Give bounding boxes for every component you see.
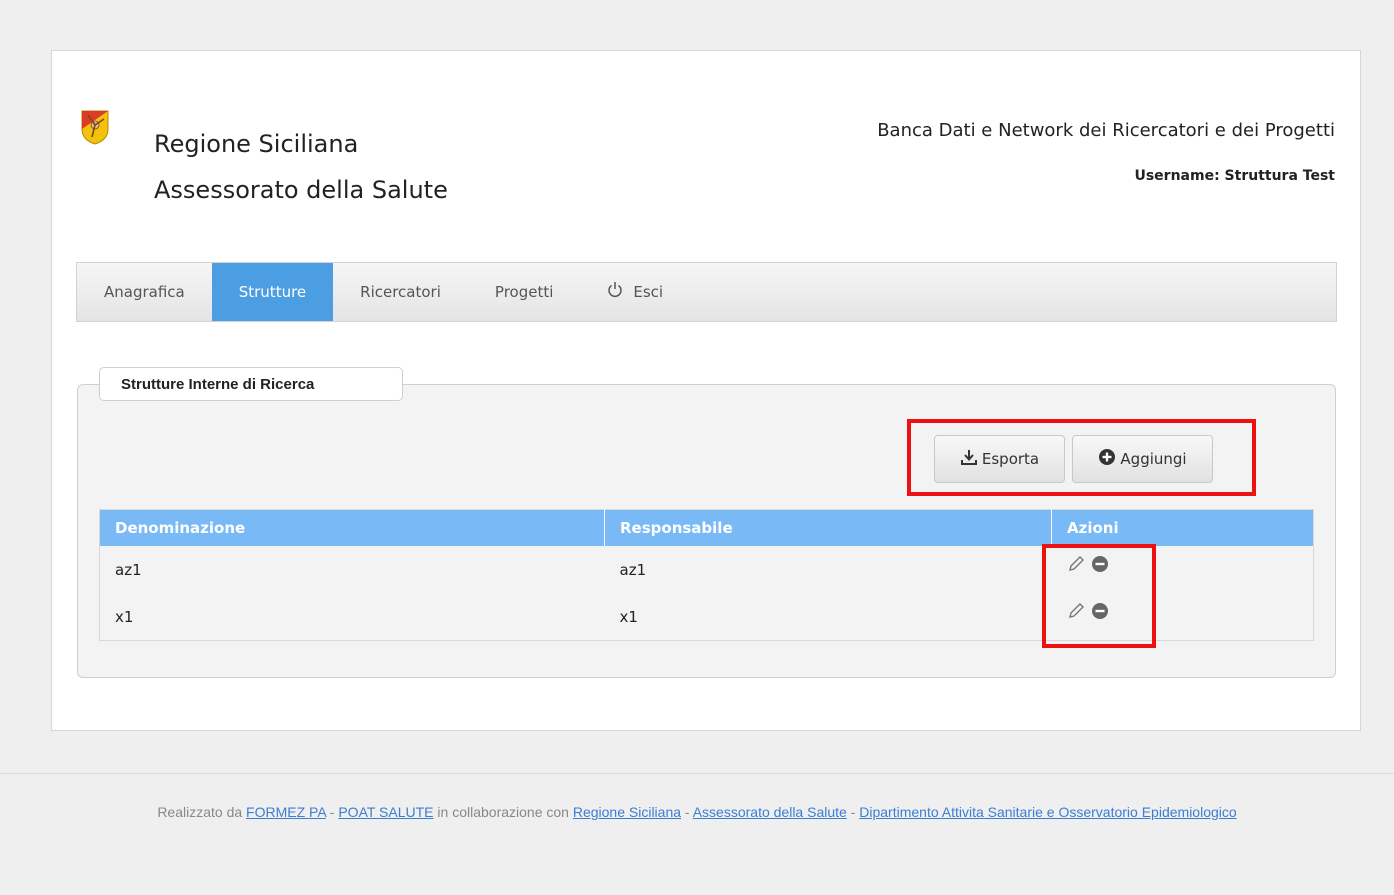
export-button[interactable]: Esporta <box>934 435 1065 483</box>
cell-actions <box>1052 546 1314 593</box>
cell-denominazione: az1 <box>115 560 142 579</box>
footer-link-formez[interactable]: FORMEZ PA <box>246 804 326 820</box>
strutture-table: Denominazione Responsabile Azioni az1 az… <box>99 509 1314 641</box>
footer-separator: - <box>684 804 690 820</box>
nav-item-anagrafica[interactable]: Anagrafica <box>77 263 212 321</box>
footer-link-assessorato[interactable]: Assessorato della Salute <box>693 804 847 820</box>
add-button[interactable]: Aggiungi <box>1072 435 1213 483</box>
add-label: Aggiungi <box>1120 450 1187 468</box>
footer-link-dipartimento[interactable]: Dipartimento Attivita Sanitarie e Osserv… <box>859 804 1236 820</box>
footer-link-regione[interactable]: Regione Siciliana <box>573 804 681 820</box>
trinacria-shield-logo <box>80 109 110 145</box>
nav-item-strutture[interactable]: Strutture <box>211 263 334 321</box>
main-card: Regione Siciliana Assessorato della Salu… <box>51 50 1361 731</box>
download-icon <box>960 448 982 470</box>
nav-item-label: Esci <box>633 283 664 301</box>
fieldset-legend: Strutture Interne di Ricerca <box>99 367 403 401</box>
footer-divider <box>0 773 1394 774</box>
cell-actions <box>1052 593 1314 641</box>
organization-title: Regione Siciliana Assessorato della Salu… <box>154 121 448 213</box>
footer-middle-text: in collaborazione con <box>437 804 569 820</box>
table-row: x1 x1 <box>100 593 1314 641</box>
table-row: az1 az1 <box>100 546 1314 593</box>
cell-responsabile: az1 <box>619 560 647 579</box>
nav-item-label: Anagrafica <box>104 283 185 301</box>
table-header-row: Denominazione Responsabile Azioni <box>99 509 1314 546</box>
main-navbar: Anagrafica Strutture Ricercatori Progett… <box>76 262 1337 322</box>
username-label: Username: Struttura Test <box>1134 168 1335 184</box>
plus-circle-icon <box>1098 448 1120 470</box>
org-name: Regione Siciliana <box>154 130 359 158</box>
export-label: Esporta <box>981 450 1040 468</box>
nav-item-ricercatori[interactable]: Ricercatori <box>333 263 468 321</box>
nav-item-esci[interactable]: Esci <box>580 263 690 321</box>
footer-separator: - <box>329 804 335 820</box>
nav-item-label: Progetti <box>494 283 554 301</box>
nav-item-label: Ricercatori <box>360 283 441 301</box>
footer-separator: - <box>850 804 856 820</box>
footer: Realizzato da FORMEZ PA - POAT SALUTE in… <box>0 804 1394 820</box>
cell-responsabile: x1 <box>619 607 638 626</box>
edit-pencil-icon[interactable] <box>1067 602 1085 620</box>
column-header-responsabile[interactable]: Responsabile <box>604 509 1052 546</box>
cell-denominazione: x1 <box>115 607 134 626</box>
power-icon <box>607 281 623 303</box>
column-header-denominazione[interactable]: Denominazione <box>99 509 605 546</box>
remove-circle-icon[interactable] <box>1091 555 1109 573</box>
nav-item-progetti[interactable]: Progetti <box>468 263 580 321</box>
column-header-azioni: Azioni <box>1051 509 1314 546</box>
footer-link-poat[interactable]: POAT SALUTE <box>338 804 433 820</box>
footer-prefix: Realizzato da <box>157 804 243 820</box>
remove-circle-icon[interactable] <box>1091 602 1109 620</box>
edit-pencil-icon[interactable] <box>1067 555 1085 573</box>
app-title: Banca Dati e Network dei Ricercatori e d… <box>877 120 1335 141</box>
org-department: Assessorato della Salute <box>154 176 448 204</box>
nav-item-label: Strutture <box>238 283 307 301</box>
